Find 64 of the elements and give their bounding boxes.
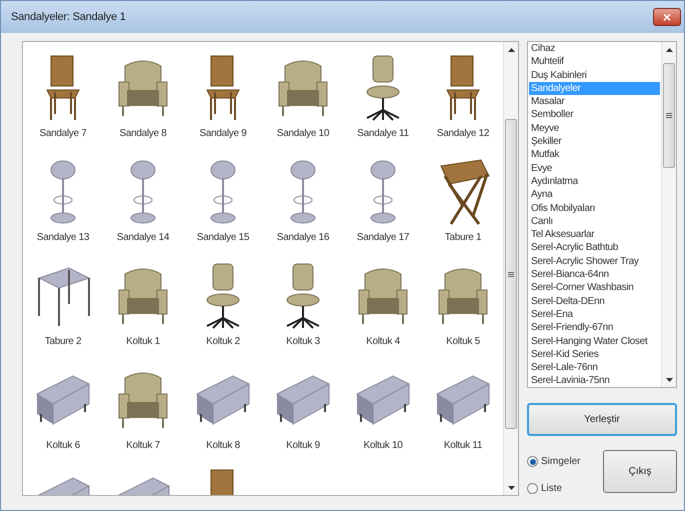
- place-button[interactable]: Yerleştir: [527, 403, 677, 436]
- item-label: Koltuk 10: [364, 439, 402, 453]
- category-item[interactable]: Evye: [529, 162, 660, 175]
- item-label: Sandalye 10: [276, 127, 330, 141]
- item-label: Sandalye 11: [357, 127, 409, 141]
- scrollbar-thumb[interactable]: [663, 63, 675, 168]
- category-item[interactable]: Serel-Friendly-67nn: [529, 321, 660, 335]
- item-label: Sandalye 14: [116, 231, 170, 245]
- radio-label: Simgeler: [541, 455, 580, 469]
- category-item[interactable]: Tel Aksesuarlar: [529, 228, 660, 242]
- window-title: Sandalyeler: Sandalye 1: [11, 10, 126, 25]
- category-item[interactable]: Serel-Ena: [529, 308, 660, 322]
- item-label: Sandalye 8: [119, 127, 167, 141]
- category-item[interactable]: Aydınlatma: [529, 174, 660, 188]
- category-item[interactable]: Cihaz: [529, 42, 660, 56]
- category-item[interactable]: Serel-Hanging Water Closet: [529, 334, 660, 348]
- item-label: Sandalye 7: [39, 127, 87, 141]
- scroll-up-icon[interactable]: [666, 48, 672, 52]
- item-label: Tabure 1: [444, 231, 482, 245]
- item-label: Koltuk 5: [446, 335, 480, 349]
- category-item[interactable]: Serel-Acrylic Bathtub: [529, 241, 660, 255]
- scrollbar[interactable]: [503, 42, 518, 495]
- scroll-up-icon[interactable]: [508, 48, 514, 52]
- item-label: Koltuk 6: [46, 439, 80, 453]
- category-item[interactable]: Serel-Lale-76nn: [529, 361, 660, 374]
- item-label: Tabure 2: [44, 335, 82, 349]
- exit-button[interactable]: Çıkış: [603, 450, 677, 493]
- radio-button[interactable]: [527, 456, 538, 467]
- category-item[interactable]: Semboller: [529, 108, 660, 122]
- radio-label: Liste: [541, 482, 562, 496]
- category-item[interactable]: Duş Kabinleri: [529, 68, 660, 82]
- item-label: Koltuk 4: [366, 335, 400, 349]
- category-item[interactable]: Ayna: [529, 188, 660, 202]
- radio-button[interactable]: [527, 483, 538, 494]
- category-item[interactable]: Meyve: [529, 122, 660, 136]
- category-item[interactable]: Masalar: [529, 95, 660, 108]
- item-label: Koltuk 3: [286, 335, 320, 349]
- category-item[interactable]: Mutfak: [529, 148, 660, 162]
- scrollbar-thumb[interactable]: [505, 119, 517, 429]
- item-label: Sandalye 9: [199, 127, 247, 141]
- category-item[interactable]: Ofis Mobilyaları: [529, 202, 660, 215]
- scroll-down-icon[interactable]: [508, 486, 514, 490]
- category-item[interactable]: Şekiller: [529, 135, 660, 148]
- category-item[interactable]: Serel-Delta-DEnn: [529, 294, 660, 308]
- category-item[interactable]: Serel-Bianca-64nn: [529, 268, 660, 282]
- item-label: Koltuk 11: [444, 439, 482, 453]
- item-label: Sandalye 15: [196, 231, 250, 245]
- item-label: Sandalye 17: [356, 231, 410, 245]
- scroll-down-icon[interactable]: [666, 378, 672, 382]
- category-item[interactable]: Serel-Kid Series: [529, 348, 660, 362]
- item-label: Sandalye 16: [276, 231, 330, 245]
- item-label: Koltuk 9: [286, 439, 320, 453]
- item-label: Sandalye 12: [436, 127, 490, 141]
- category-item[interactable]: Serel-Lavinia-75nn: [529, 374, 660, 388]
- category-item[interactable]: Serel-Acrylic Shower Tray: [529, 254, 660, 268]
- category-item[interactable]: Canlı: [529, 214, 660, 228]
- item-label: Koltuk 7: [126, 439, 160, 453]
- item-label: Sandalye 13: [36, 231, 90, 245]
- category-item[interactable]: Serel-Corner Washbasin: [529, 281, 660, 295]
- category-item[interactable]: Muhtelif: [529, 55, 660, 69]
- item-label: Koltuk 1: [126, 335, 160, 349]
- item-label: Koltuk 2: [206, 335, 240, 349]
- scrollbar[interactable]: [661, 42, 676, 388]
- item-label: Koltuk 8: [206, 439, 240, 453]
